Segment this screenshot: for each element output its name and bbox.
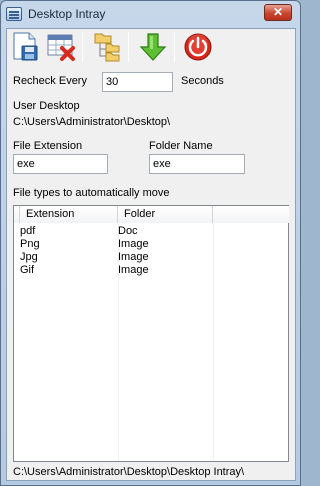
row-extension: Png	[20, 238, 40, 250]
table-row[interactable]: pdf Doc	[14, 225, 288, 238]
recheck-unit-label: Seconds	[181, 75, 224, 87]
list-header-filler	[213, 206, 289, 223]
status-path: C:\Users\Administrator\Desktop\Desktop I…	[13, 466, 245, 478]
file-extension-label: File Extension	[13, 140, 83, 152]
recheck-interval-input[interactable]: 30	[102, 72, 173, 92]
column-header-extension[interactable]: Extension	[20, 206, 118, 223]
app-icon	[6, 7, 22, 21]
user-desktop-label: User Desktop	[13, 100, 80, 112]
user-desktop-path: C:\Users\Administrator\Desktop\	[13, 116, 171, 128]
client-area: Recheck Every 30 Seconds User Desktop C:…	[6, 28, 296, 481]
toolbar-separator	[174, 32, 175, 62]
window-title: Desktop Intray	[28, 7, 106, 21]
table-row[interactable]: Gif Image	[14, 264, 288, 277]
toolbar-separator	[82, 32, 83, 62]
row-extension: pdf	[20, 225, 36, 237]
green-down-arrow-icon	[139, 33, 167, 61]
close-button[interactable]: ✕	[264, 4, 292, 21]
row-extension: Gif	[20, 264, 35, 276]
table-row[interactable]: Png Image	[14, 238, 288, 251]
clear-list-button[interactable]	[45, 31, 77, 63]
row-folder: Image	[118, 264, 149, 276]
list-header: Extension Folder	[14, 206, 289, 223]
title-bar: Desktop Intray ✕	[1, 1, 300, 28]
toolbar	[7, 29, 297, 65]
app-window: Desktop Intray ✕ Recheck Every 30 Second…	[0, 0, 301, 486]
list-body: pdf Doc Png Image Jpg Image Gif Image	[14, 223, 288, 277]
move-button[interactable]	[137, 31, 169, 63]
row-folder: Doc	[118, 225, 138, 237]
toolbar-separator	[128, 32, 129, 62]
file-types-label: File types to automatically move	[13, 187, 170, 199]
folder-tree-icon	[94, 33, 120, 62]
file-types-list[interactable]: Extension Folder pdf Doc Png Image Jpg I…	[13, 205, 289, 462]
row-folder: Image	[118, 238, 149, 250]
row-folder: Image	[118, 251, 149, 263]
column-header-folder[interactable]: Folder	[118, 206, 213, 223]
row-extension: Jpg	[20, 251, 38, 263]
exit-button[interactable]	[182, 31, 214, 63]
save-icon	[13, 32, 38, 61]
save-button[interactable]	[9, 31, 41, 63]
recheck-label: Recheck Every	[13, 75, 87, 87]
table-row[interactable]: Jpg Image	[14, 251, 288, 264]
folders-button[interactable]	[91, 31, 123, 63]
folder-name-input[interactable]: exe	[149, 154, 245, 174]
file-extension-input[interactable]: exe	[13, 154, 108, 174]
folder-name-label: Folder Name	[149, 140, 213, 152]
clear-table-icon	[47, 34, 75, 61]
power-icon	[184, 33, 212, 61]
